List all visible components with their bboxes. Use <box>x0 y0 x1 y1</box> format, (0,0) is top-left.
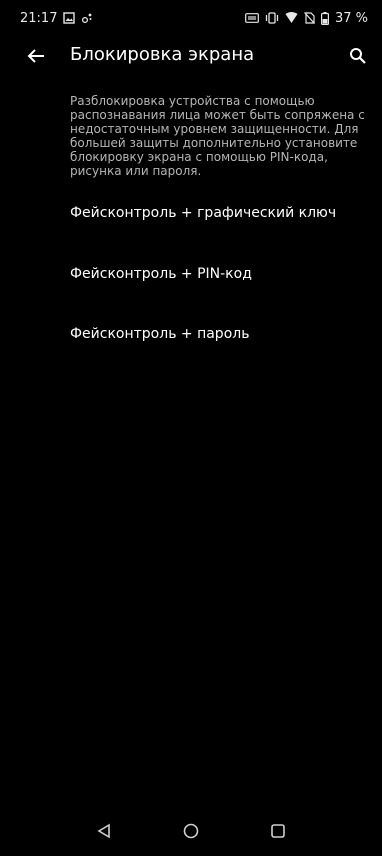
option-face-pattern[interactable]: Фейсконтроль + графический ключ <box>70 205 370 221</box>
navigation-bar <box>0 806 382 856</box>
home-circle-icon <box>183 823 199 839</box>
back-button[interactable] <box>22 42 50 70</box>
app-bar: Блокировка экрана <box>0 36 382 76</box>
option-face-pin[interactable]: Фейсконтроль + PIN-код <box>70 266 370 282</box>
battery-percent: 37 % <box>334 10 368 26</box>
vibrate-icon <box>265 12 279 24</box>
option-face-password[interactable]: Фейсконтроль + пароль <box>70 326 370 342</box>
recents-square-icon <box>271 824 286 838</box>
location-dots-icon <box>81 12 93 24</box>
wifi-icon <box>285 12 298 24</box>
status-left: 21:17 <box>20 11 93 26</box>
status-time: 21:17 <box>20 10 58 26</box>
status-bar: 21:17 37 % <box>0 0 382 36</box>
screenshot-icon <box>245 13 259 23</box>
status-right: 37 % <box>245 11 368 26</box>
no-sim-icon <box>304 12 315 24</box>
search-icon <box>350 48 366 64</box>
search-button[interactable] <box>344 42 372 70</box>
back-arrow-icon <box>27 49 44 63</box>
nav-back-button[interactable] <box>92 819 116 843</box>
page-title: Блокировка экрана <box>70 44 255 65</box>
battery-icon <box>320 11 329 25</box>
image-icon <box>63 12 76 24</box>
back-triangle-icon <box>97 823 110 839</box>
nav-home-button[interactable] <box>179 819 203 843</box>
warning-description: Разблокировка устройства с помощью распо… <box>70 94 365 178</box>
nav-recents-button[interactable] <box>266 819 290 843</box>
